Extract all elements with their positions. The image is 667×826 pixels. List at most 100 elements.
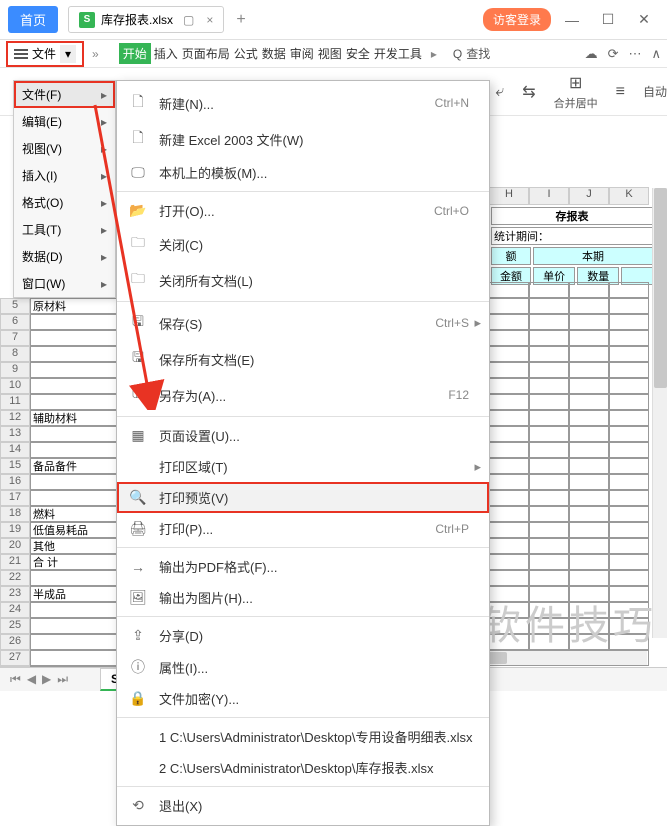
cell[interactable] bbox=[30, 330, 120, 346]
file-menu-button[interactable]: 文件 ▾ bbox=[6, 41, 84, 67]
cell[interactable] bbox=[489, 410, 529, 426]
cell[interactable] bbox=[609, 314, 649, 330]
file-menu-item[interactable]: 🖫保存所有文档(E) bbox=[117, 341, 489, 377]
cell[interactable] bbox=[489, 314, 529, 330]
context-item[interactable]: 文件(F)▸ bbox=[14, 81, 115, 108]
cell[interactable] bbox=[569, 346, 609, 362]
cell[interactable] bbox=[529, 458, 569, 474]
cell[interactable] bbox=[609, 474, 649, 490]
cell[interactable] bbox=[529, 570, 569, 586]
cell[interactable] bbox=[569, 394, 609, 410]
cell[interactable] bbox=[609, 330, 649, 346]
cell[interactable] bbox=[489, 426, 529, 442]
cell[interactable] bbox=[569, 362, 609, 378]
sheet-nav[interactable]: ⏮ ◀ ▶ ⏭ bbox=[10, 672, 68, 687]
cell[interactable] bbox=[30, 490, 120, 506]
merge-cells-button[interactable]: ⊞ 合并居中 bbox=[554, 73, 598, 111]
file-menu-item[interactable]: 🗀关闭所有文档(L) bbox=[117, 262, 489, 298]
cell[interactable] bbox=[609, 426, 649, 442]
ribbon-overflow-icon[interactable]: ▸ bbox=[431, 47, 437, 61]
cell[interactable] bbox=[569, 426, 609, 442]
cell[interactable] bbox=[609, 346, 649, 362]
cell[interactable] bbox=[569, 378, 609, 394]
file-menu-item[interactable]: 2 C:\Users\Administrator\Desktop\库存报表.xl… bbox=[117, 752, 489, 783]
column-header[interactable]: K bbox=[609, 187, 649, 205]
new-tab-button[interactable]: + bbox=[236, 11, 245, 29]
cell[interactable] bbox=[529, 394, 569, 410]
row-number[interactable]: 22 bbox=[0, 570, 30, 586]
cloud-icon[interactable]: ☁ bbox=[585, 46, 598, 62]
cell[interactable] bbox=[529, 474, 569, 490]
cell[interactable] bbox=[489, 362, 529, 378]
ribbon-tab[interactable]: 安全 bbox=[345, 43, 371, 64]
row-number[interactable]: 12 bbox=[0, 410, 30, 426]
row-number[interactable]: 18 bbox=[0, 506, 30, 522]
cell[interactable] bbox=[609, 394, 649, 410]
cell[interactable] bbox=[569, 522, 609, 538]
align-icon[interactable]: ≡ bbox=[616, 83, 625, 101]
cell[interactable] bbox=[569, 314, 609, 330]
cell[interactable] bbox=[569, 442, 609, 458]
cell[interactable]: 原材料 bbox=[30, 298, 120, 314]
cell[interactable] bbox=[30, 362, 120, 378]
row-number[interactable]: 17 bbox=[0, 490, 30, 506]
row-number[interactable]: 15 bbox=[0, 458, 30, 474]
column-header[interactable]: H bbox=[489, 187, 529, 205]
cell[interactable] bbox=[569, 474, 609, 490]
row-number[interactable]: 14 bbox=[0, 442, 30, 458]
row-number[interactable]: 21 bbox=[0, 554, 30, 570]
cell[interactable] bbox=[489, 378, 529, 394]
cell[interactable] bbox=[569, 538, 609, 554]
file-menu-item[interactable]: ⇪分享(D) bbox=[117, 620, 489, 651]
row-number[interactable]: 20 bbox=[0, 538, 30, 554]
row-number[interactable]: 23 bbox=[0, 586, 30, 602]
cell[interactable] bbox=[609, 282, 649, 298]
file-menu-item[interactable]: 🔍打印预览(V) bbox=[117, 482, 489, 513]
cell[interactable] bbox=[489, 346, 529, 362]
cell[interactable] bbox=[529, 378, 569, 394]
collapse-ribbon-icon[interactable]: ∧ bbox=[651, 46, 661, 62]
cell[interactable] bbox=[529, 442, 569, 458]
cell[interactable] bbox=[30, 394, 120, 410]
file-menu-item[interactable]: 🗀关闭(C) bbox=[117, 226, 489, 262]
home-tab[interactable]: 首页 bbox=[8, 6, 58, 33]
cell[interactable] bbox=[529, 298, 569, 314]
context-item[interactable]: 视图(V)▸ bbox=[14, 135, 115, 162]
cell[interactable] bbox=[529, 314, 569, 330]
cell[interactable] bbox=[609, 378, 649, 394]
row-number[interactable]: 24 bbox=[0, 602, 30, 618]
cell[interactable] bbox=[529, 506, 569, 522]
file-menu-item[interactable]: 打印区域(T)▸ bbox=[117, 451, 489, 482]
cell[interactable] bbox=[529, 426, 569, 442]
cell[interactable] bbox=[30, 650, 120, 666]
cell[interactable] bbox=[489, 490, 529, 506]
sheet-nav-prev[interactable]: ◀ bbox=[27, 672, 36, 687]
cell[interactable] bbox=[569, 298, 609, 314]
file-menu-item[interactable]: ⟲退出(X) bbox=[117, 790, 489, 821]
file-menu-item[interactable]: 🖼输出为图片(H)... bbox=[117, 582, 489, 613]
row-number[interactable]: 9 bbox=[0, 362, 30, 378]
row-number[interactable]: 7 bbox=[0, 330, 30, 346]
file-menu-item[interactable]: 1 C:\Users\Administrator\Desktop\专用设备明细表… bbox=[117, 721, 489, 752]
file-menu-item[interactable]: 🗋新建(N)...Ctrl+N bbox=[117, 85, 489, 121]
file-menu-item[interactable]: 🖫保存(S)Ctrl+S▸ bbox=[117, 305, 489, 341]
ribbon-tab[interactable]: 公式 bbox=[233, 43, 259, 64]
sheet-nav-last[interactable]: ⏭ bbox=[57, 672, 68, 687]
cell[interactable] bbox=[30, 314, 120, 330]
cell[interactable] bbox=[529, 522, 569, 538]
cell[interactable] bbox=[30, 634, 120, 650]
ribbon-tab[interactable]: 视图 bbox=[317, 43, 343, 64]
file-menu-item[interactable]: 🖫另存为(A)...F12 bbox=[117, 377, 489, 413]
file-menu-item[interactable]: 🔒文件加密(Y)... bbox=[117, 683, 489, 714]
cell[interactable] bbox=[609, 506, 649, 522]
history-nav-icon[interactable]: » bbox=[92, 47, 99, 61]
cell[interactable] bbox=[569, 506, 609, 522]
close-button[interactable]: ✕ bbox=[629, 11, 659, 28]
row-number[interactable]: 6 bbox=[0, 314, 30, 330]
cell[interactable] bbox=[529, 330, 569, 346]
context-item[interactable]: 格式(O)▸ bbox=[14, 189, 115, 216]
row-number[interactable]: 16 bbox=[0, 474, 30, 490]
ribbon-tab[interactable]: 插入 bbox=[153, 43, 179, 64]
cell[interactable] bbox=[489, 474, 529, 490]
cell[interactable] bbox=[609, 362, 649, 378]
